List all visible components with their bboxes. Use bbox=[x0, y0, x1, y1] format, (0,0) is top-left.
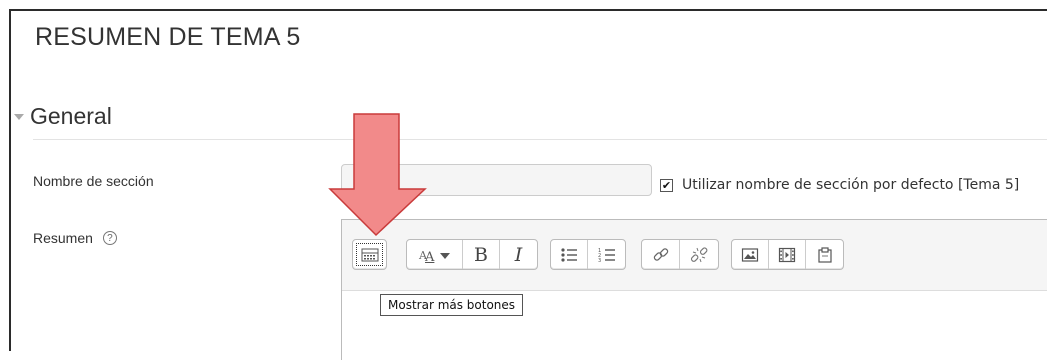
default-name-checkbox-label: Utilizar nombre de sección por defecto [… bbox=[682, 177, 1020, 193]
link-button[interactable] bbox=[642, 240, 680, 269]
svg-text:A: A bbox=[424, 250, 435, 263]
section-legend-label: General bbox=[30, 103, 112, 129]
annotation-arrow-icon bbox=[328, 113, 427, 237]
toolbar-group-collapse bbox=[352, 239, 387, 270]
section-name-label: Nombre de sección bbox=[33, 173, 154, 189]
image-icon bbox=[741, 247, 759, 262]
unlink-button[interactable] bbox=[680, 240, 718, 269]
collapse-triangle-icon[interactable] bbox=[14, 113, 24, 120]
section-legend-general[interactable]: General bbox=[11, 103, 112, 130]
media-icon bbox=[778, 247, 796, 262]
page-title: RESUMEN DE TEMA 5 bbox=[35, 23, 301, 51]
summary-editor[interactable]: A A B I 1 2 3 bbox=[341, 219, 1047, 360]
font-style-icon: A A bbox=[418, 249, 450, 263]
link-icon bbox=[653, 247, 668, 261]
image-button[interactable] bbox=[732, 240, 769, 269]
show-more-buttons-button[interactable] bbox=[353, 240, 386, 269]
ordered-list-button[interactable]: 1 2 3 bbox=[588, 240, 625, 269]
manage-files-icon bbox=[817, 246, 832, 263]
summary-label: Resumen bbox=[33, 230, 93, 246]
toolbar-group-style: A A B I bbox=[406, 239, 538, 270]
editor-toolbar: A A B I 1 2 3 bbox=[342, 220, 1047, 291]
show-more-buttons-tooltip: Mostrar más botones bbox=[380, 294, 524, 316]
svg-text:3: 3 bbox=[598, 258, 601, 263]
toolbar-group-links bbox=[641, 239, 719, 270]
legend-divider bbox=[33, 139, 1047, 140]
font-style-button[interactable]: A A bbox=[407, 240, 463, 269]
media-button[interactable] bbox=[769, 240, 806, 269]
summary-label-row: Resumen ? bbox=[33, 230, 117, 246]
manage-files-button[interactable] bbox=[806, 240, 843, 269]
show-more-buttons-icon bbox=[361, 248, 378, 261]
italic-button[interactable]: I bbox=[500, 240, 537, 269]
toolbar-group-media bbox=[731, 239, 844, 270]
unordered-list-icon bbox=[561, 247, 577, 262]
toolbar-group-lists: 1 2 3 bbox=[550, 239, 626, 270]
ordered-list-icon: 1 2 3 bbox=[598, 248, 615, 263]
unordered-list-button[interactable] bbox=[551, 240, 588, 269]
unlink-icon bbox=[690, 246, 708, 262]
default-name-checkbox-row[interactable]: ✔ Utilizar nombre de sección por defecto… bbox=[660, 177, 1019, 193]
form-frame: RESUMEN DE TEMA 5 General Nombre de secc… bbox=[9, 9, 1047, 360]
help-icon[interactable]: ? bbox=[102, 231, 117, 245]
default-name-checkbox[interactable]: ✔ bbox=[660, 178, 673, 192]
bold-button[interactable]: B bbox=[463, 240, 500, 269]
